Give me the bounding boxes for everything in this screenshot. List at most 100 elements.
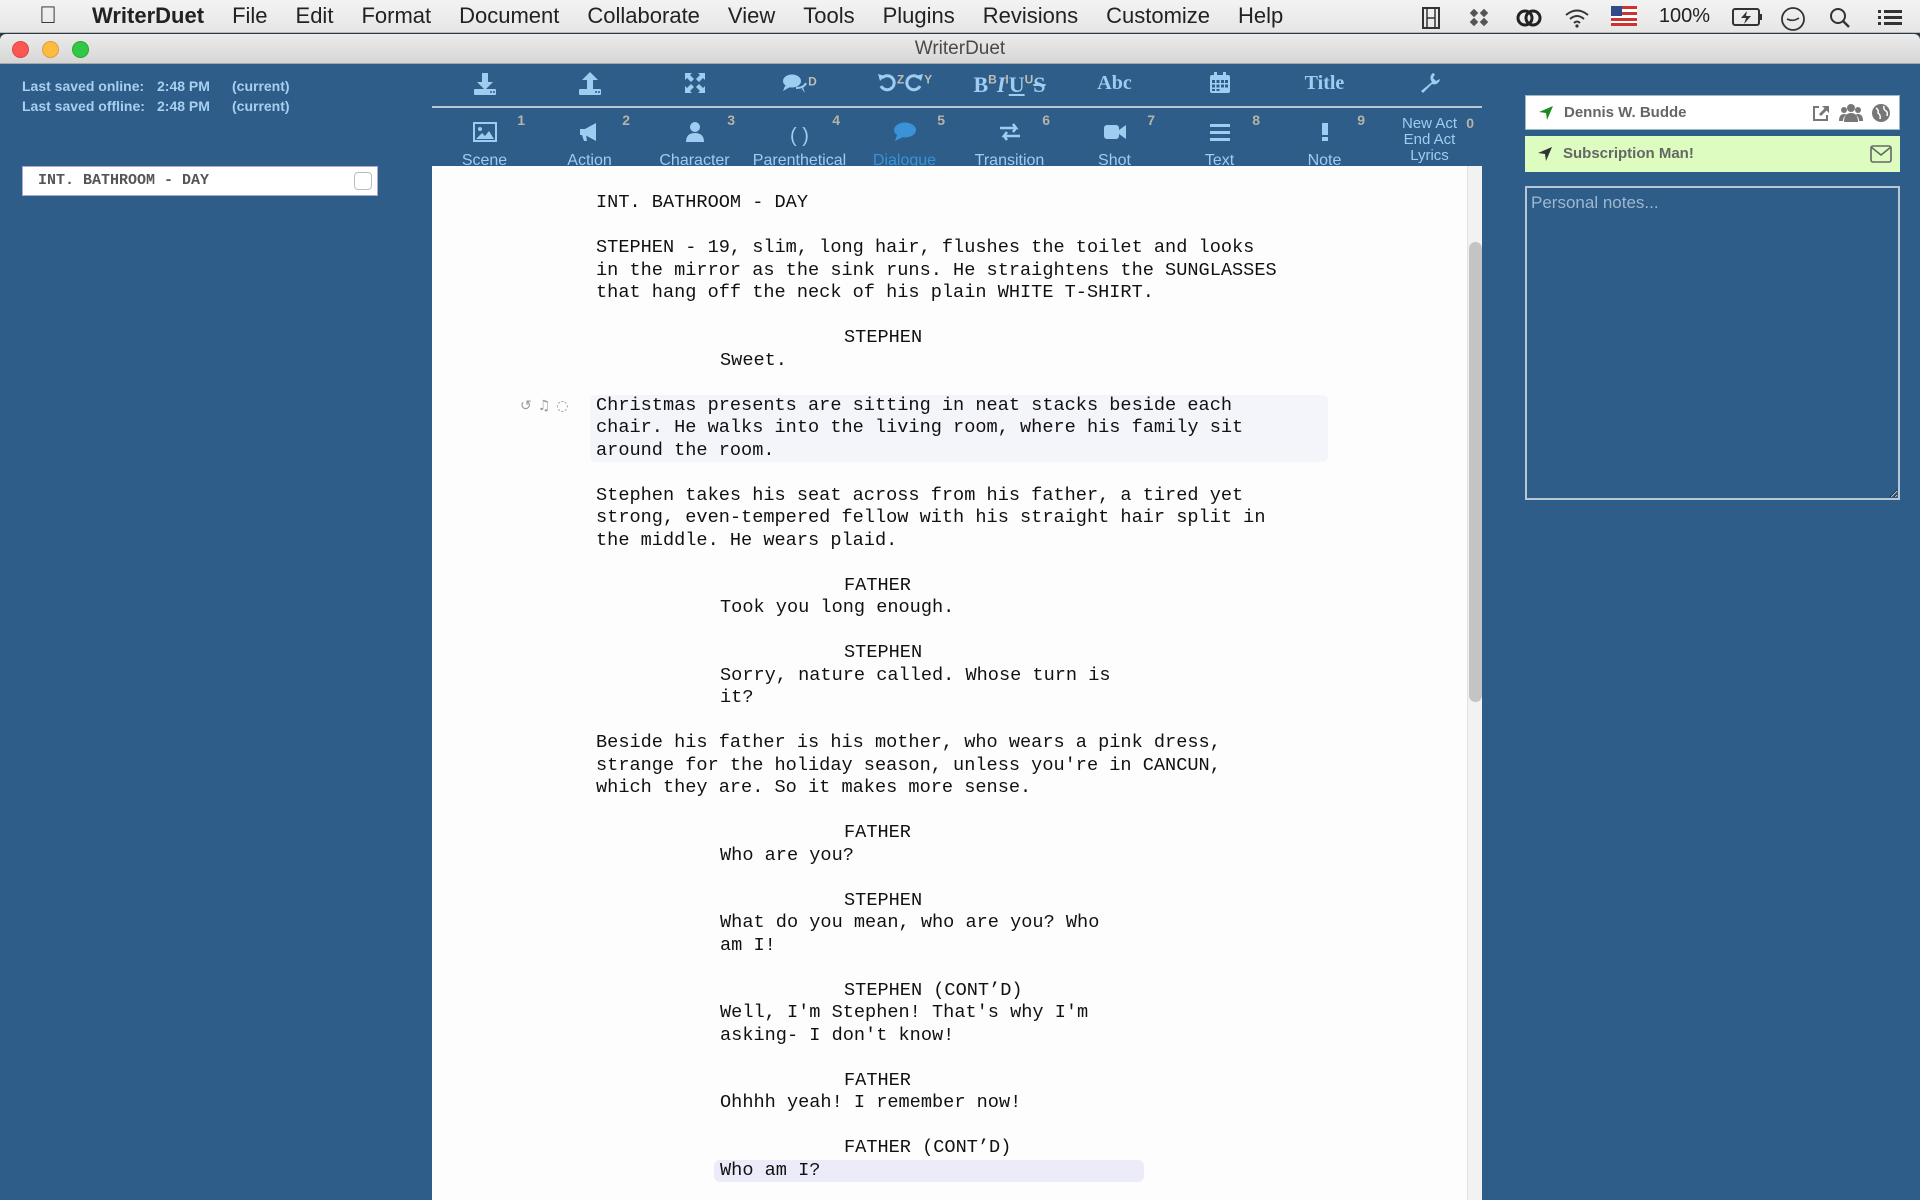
user-name: Dennis W. Budde [1564, 104, 1687, 121]
download-button[interactable] [432, 72, 537, 102]
menu-view[interactable]: View [714, 3, 789, 29]
personal-notes-input[interactable] [1525, 186, 1900, 500]
voice-icon[interactable]: ♫ [538, 395, 551, 418]
dual-dialogue-button[interactable]: D [747, 72, 852, 102]
undo-icon[interactable] [877, 72, 897, 92]
maximize-window-button[interactable] [72, 41, 89, 58]
menu-file[interactable]: File [218, 3, 281, 29]
editor-scroll-thumb[interactable] [1469, 242, 1482, 702]
menu-document[interactable]: Document [445, 3, 573, 29]
globe-icon[interactable] [1871, 103, 1891, 123]
megaphone-icon [579, 123, 596, 141]
script-dialogue[interactable]: Took you long enough. [720, 597, 1150, 620]
menu-collaborate[interactable]: Collaborate [573, 3, 714, 29]
script-dialogue[interactable]: Well, I'm Stephen! That's why I'm asking… [720, 1002, 1150, 1047]
save-online-state: (current) [232, 78, 290, 94]
save-offline-time: 2:48 PM [157, 98, 210, 114]
title-bar: WriterDuet [0, 34, 1920, 64]
spellcheck-button[interactable]: Abc [1062, 72, 1167, 102]
script-character[interactable]: STEPHEN [844, 642, 1356, 665]
calendar-button[interactable] [1167, 72, 1272, 102]
script-dialogue[interactable]: Sorry, nature called. Whose turn is it? [720, 665, 1150, 710]
script-editor[interactable]: INT. BATHROOM - DAY STEPHEN - 19, slim, l… [432, 166, 1482, 1200]
editor-scrollbar[interactable] [1467, 166, 1482, 1200]
element-action-shortcut: 2 [622, 112, 630, 128]
menu-bar:  WriterDuet File Edit Format Document C… [0, 0, 1920, 33]
script-dialogue[interactable]: Who are you? [720, 845, 1150, 868]
menu-edit[interactable]: Edit [282, 3, 348, 29]
image-icon [472, 122, 497, 142]
window-title: WriterDuet [914, 38, 1006, 59]
envelope-icon[interactable] [1870, 145, 1892, 163]
menu-tools[interactable]: Tools [789, 3, 868, 29]
script-character[interactable]: FATHER [844, 575, 1356, 598]
script-dialogue[interactable]: Who am I? [714, 1159, 1144, 1182]
script-scene[interactable]: INT. BATHROOM - DAY [596, 192, 1336, 215]
minimize-window-button[interactable] [42, 41, 59, 58]
battery-charging-icon[interactable] [1732, 6, 1762, 28]
script-dialogue[interactable]: Ohhhh yeah! I remember now! [720, 1092, 1150, 1115]
menu-plugins[interactable]: Plugins [869, 3, 969, 29]
script-dialogue[interactable]: Sweet. [720, 350, 1150, 373]
script-dialogue[interactable]: What do you mean, who are you? Who am I! [720, 912, 1150, 957]
element-text-shortcut: 8 [1252, 112, 1260, 128]
menu-customize[interactable]: Customize [1092, 3, 1224, 29]
script-character[interactable]: FATHER (CONT’D) [844, 1137, 1356, 1160]
underline-shortcut: U [1024, 72, 1034, 87]
script-character[interactable]: FATHER [844, 1070, 1356, 1093]
script-character[interactable]: STEPHEN (CONT’D) [844, 980, 1356, 1003]
settings-button[interactable] [1377, 72, 1482, 102]
element-transition-shortcut: 6 [1042, 112, 1050, 128]
new-act-shortcut: 0 [1466, 115, 1474, 131]
element-character-shortcut: 3 [727, 112, 735, 128]
save-online-time: 2:48 PM [157, 78, 210, 94]
bold-button[interactable]: B [973, 72, 988, 97]
script-action[interactable]: STEPHEN - 19, slim, long hair, flushes t… [596, 237, 1336, 305]
share-icon[interactable] [1811, 103, 1831, 123]
script-action[interactable]: Stephen takes his seat across from his f… [596, 485, 1336, 553]
scene-list-item[interactable]: INT. BATHROOM - DAY [22, 166, 378, 196]
script-action[interactable]: Christmas presents are sitting in neat s… [520, 394, 1328, 462]
lyrics-button[interactable]: Lyrics [1377, 148, 1482, 164]
app-window: WriterDuet Last saved online: 2:48 PM (cur… [0, 34, 1920, 1200]
undo-redo-buttons[interactable]: ZY [852, 72, 957, 102]
toolbar-separator [432, 106, 1482, 108]
save-status: Last saved online: 2:48 PM (current) Last … [22, 76, 290, 116]
scene-checkbox[interactable] [354, 172, 372, 190]
collaborators-icon[interactable] [1839, 103, 1863, 123]
end-act-button[interactable]: End Act [1377, 132, 1482, 148]
menu-revisions[interactable]: Revisions [969, 3, 1092, 29]
redo-icon[interactable] [904, 72, 924, 92]
fullscreen-button[interactable] [642, 72, 747, 102]
creative-cloud-icon[interactable] [1515, 6, 1542, 28]
film-strip-icon[interactable] [1419, 6, 1445, 29]
upload-button[interactable] [537, 72, 642, 102]
notification-center-icon[interactable] [1876, 6, 1902, 28]
script-character[interactable]: FATHER [844, 822, 1356, 845]
undo-icon[interactable]: ↺ [520, 395, 532, 418]
element-shot-shortcut: 7 [1147, 112, 1155, 128]
strikethrough-button[interactable]: S [1033, 72, 1045, 97]
menu-format[interactable]: Format [347, 3, 445, 29]
comment-icon[interactable]: ◌ [556, 395, 568, 418]
dropbox-icon[interactable] [1467, 6, 1493, 28]
spotlight-search-icon[interactable] [1828, 6, 1854, 28]
wifi-icon[interactable] [1563, 6, 1589, 28]
collaborator-user-row[interactable]: Dennis W. Budde [1525, 95, 1900, 130]
menu-app-name[interactable]: WriterDuet [78, 3, 218, 29]
element-note-shortcut: 9 [1357, 112, 1365, 128]
calendar-icon [1209, 72, 1230, 93]
script-action[interactable]: Beside his father is his mother, who wea… [596, 732, 1336, 800]
underline-button[interactable]: U [1009, 72, 1025, 97]
us-flag-icon[interactable] [1610, 5, 1637, 28]
menu-help[interactable]: Help [1224, 3, 1297, 29]
close-window-button[interactable] [12, 41, 29, 58]
subscription-row[interactable]: Subscription Man! [1525, 136, 1900, 172]
script-content[interactable]: INT. BATHROOM - DAY STEPHEN - 19, slim, l… [520, 192, 1356, 1200]
title-page-button[interactable]: Title [1272, 72, 1377, 102]
element-parenthetical-shortcut: 4 [832, 112, 840, 128]
script-character[interactable]: STEPHEN [844, 327, 1356, 350]
script-character[interactable]: STEPHEN [844, 890, 1356, 913]
apple-logo-icon[interactable]:  [28, 2, 68, 30]
clock-icon[interactable] [1780, 6, 1806, 31]
